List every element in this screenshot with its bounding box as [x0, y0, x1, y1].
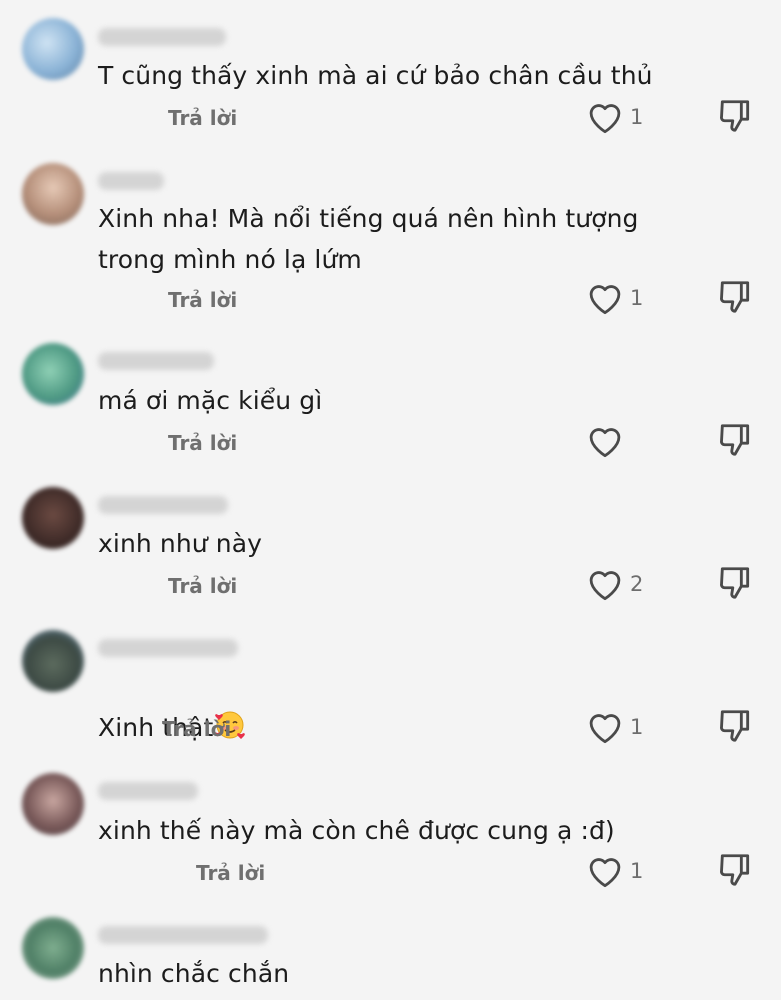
like-count: 1: [630, 105, 644, 129]
heart-icon: [589, 858, 621, 888]
like-count: 1: [630, 286, 644, 310]
like-button[interactable]: [586, 854, 626, 890]
like-button[interactable]: [586, 281, 626, 317]
thumbs-down-icon: [720, 281, 750, 313]
reply-button[interactable]: Trả lời: [162, 717, 231, 741]
thumbs-down-icon: [720, 710, 750, 742]
like-count: 1: [630, 715, 644, 739]
thumbs-down-icon: [720, 854, 750, 886]
dislike-button[interactable]: [716, 97, 756, 137]
username-blurred[interactable]: [98, 639, 238, 657]
avatar[interactable]: [22, 630, 84, 692]
heart-icon: [589, 428, 621, 458]
like-button[interactable]: [586, 567, 626, 603]
avatar[interactable]: [22, 163, 84, 225]
avatar[interactable]: [22, 917, 84, 979]
username-blurred[interactable]: [98, 782, 198, 800]
comment-text: xinh như này: [98, 529, 263, 558]
thumbs-down-icon: [720, 567, 750, 599]
username-blurred[interactable]: [98, 496, 228, 514]
like-button[interactable]: [586, 424, 626, 460]
heart-icon: [589, 285, 621, 315]
dislike-button[interactable]: [716, 564, 756, 604]
reply-button[interactable]: Trả lời: [196, 861, 265, 885]
reply-button[interactable]: Trả lời: [168, 106, 237, 130]
avatar[interactable]: [22, 18, 84, 80]
dislike-button[interactable]: [716, 421, 756, 461]
heart-icon: [589, 571, 621, 601]
like-count: 1: [630, 859, 644, 883]
comment-text: má ơi mặc kiểu gì: [98, 386, 323, 415]
thumbs-down-icon: [720, 100, 750, 132]
comment-text: nhìn chắc chắn: [98, 959, 290, 988]
comment-text: Xinh nha! Mà nổi tiếng quá nên hình tượn…: [98, 204, 639, 274]
dislike-button[interactable]: [716, 707, 756, 747]
username-blurred[interactable]: [98, 28, 226, 46]
like-button[interactable]: [586, 100, 626, 136]
username-blurred[interactable]: [98, 172, 164, 190]
reply-button[interactable]: Trả lời: [168, 288, 237, 312]
comment-text: xinh thế này mà còn chê được cung ạ :đ): [98, 816, 615, 845]
avatar[interactable]: [22, 487, 84, 549]
thumbs-down-icon: [720, 424, 750, 456]
username-blurred[interactable]: [98, 352, 214, 370]
like-button[interactable]: [586, 710, 626, 746]
heart-icon: [589, 104, 621, 134]
dislike-button[interactable]: [716, 278, 756, 318]
heart-icon: [589, 714, 621, 744]
dislike-button[interactable]: [716, 851, 756, 891]
like-count: 2: [630, 572, 644, 596]
reply-button[interactable]: Trả lời: [168, 574, 237, 598]
comment-text: T cũng thấy xinh mà ai cứ bảo chân cầu t…: [98, 61, 653, 90]
avatar[interactable]: [22, 343, 84, 405]
username-blurred[interactable]: [98, 926, 268, 944]
avatar[interactable]: [22, 773, 84, 835]
reply-button[interactable]: Trả lời: [168, 431, 237, 455]
